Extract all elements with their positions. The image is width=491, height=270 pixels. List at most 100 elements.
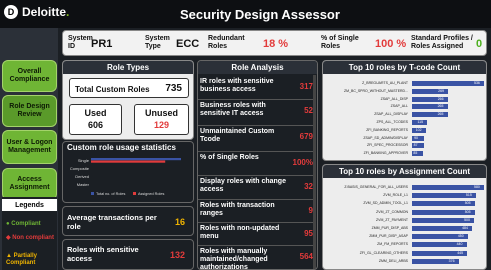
nav-user-logon-management[interactable]: User & Logon Management: [2, 130, 57, 164]
usage-legend-swatch: [133, 192, 136, 195]
row-divider: [198, 151, 316, 152]
avg-transactions-value[interactable]: 16: [175, 217, 185, 227]
role-analysis-value[interactable]: 32: [304, 182, 313, 191]
role-analysis-value[interactable]: 100%: [293, 158, 313, 167]
usage-legend-label: Total no. of Roles: [96, 192, 125, 196]
redundant-roles-label: Redundant Roles: [208, 35, 245, 50]
bar-value-label: 85: [413, 151, 418, 156]
app-window: D Deloitte. Security Design Assessor Ove…: [0, 0, 491, 270]
standard-profiles-value: 0: [476, 38, 483, 50]
nav-role-design-review[interactable]: Role Design Review: [2, 95, 57, 127]
logo: D Deloitte.: [4, 5, 69, 19]
bar-value-label: 102: [415, 127, 422, 132]
role-analysis-value[interactable]: 564: [300, 252, 313, 261]
custom-role-usage-panel: Custom role usage statistics Single Compo…: [62, 141, 194, 203]
row-divider: [198, 175, 316, 176]
bar-category-label: ZFI_BANKING_REPORTS: [366, 127, 408, 132]
role-analysis-label: Display roles with change access: [200, 178, 286, 193]
bar-category-label: ZFI_GL_CLEARING_OTHERS: [359, 250, 408, 255]
role-analysis-label: Business roles with sensitive IT access: [200, 102, 266, 117]
role-analysis-title: Role Analysis: [198, 61, 317, 74]
avg-transactions-label: Average transactions per role: [67, 213, 157, 231]
role-analysis-label: Roles with non-updated menu: [200, 225, 280, 240]
bar-category-label: ZFI_BANKING_APPROVER: [363, 151, 408, 156]
standard-profiles-label: Standard Profiles / Roles Assigned: [411, 35, 473, 50]
sensitive-access-label: Roles with sensitive access: [67, 245, 139, 263]
bar-category-label: ZSAP_ALL_DISP: [380, 96, 408, 101]
legend-title: Legends: [2, 199, 57, 211]
role-analysis-value[interactable]: 95: [304, 229, 313, 238]
bar-value-label: 515: [465, 193, 472, 198]
role-analysis-scrollbar[interactable]: [313, 75, 316, 269]
deloitte-logo-icon: D: [4, 5, 18, 19]
bar-category-label: ZVM_ZT_COMMON: [376, 209, 408, 214]
top10-tcode-title: Top 10 roles by T-code Count: [323, 61, 486, 74]
avg-transactions-panel: Average transactions per role 16: [62, 206, 194, 236]
usage-bar[interactable]: [91, 158, 181, 161]
bar-category-label: ZMM_PUR_DISP_ABS: [371, 226, 408, 230]
unused-roles-card[interactable]: Unused 129: [134, 104, 189, 135]
bar-value-label: 536: [474, 81, 480, 85]
row-divider: [198, 125, 316, 126]
bar-category-label: ZSAP_SD_ADMIN/DISPLAY: [363, 135, 408, 140]
role-analysis-value[interactable]: 679: [300, 132, 313, 141]
usage-chart: Single Composite Derived Master Total no. of…: [70, 158, 181, 196]
bar-category-label: ZM_FM_REPORTS: [377, 242, 408, 247]
bar-value-label: 265: [437, 104, 444, 109]
bar-value-label: 450: [457, 234, 464, 239]
role-analysis-panel: Role Analysis IR roles with sensitive bu…: [197, 60, 318, 270]
sensitive-access-panel: Roles with sensitive access 132: [62, 239, 194, 270]
usage-legend-swatch: [91, 192, 94, 195]
bar-value-label: 484: [462, 226, 468, 230]
unused-value: 129: [153, 120, 170, 130]
bar-category-label: Z:BASIS_GENERAL_FOR_ALL_USERS: [344, 185, 408, 189]
system-type-label: System Type: [145, 35, 170, 50]
app-title: Security Design Assessor: [180, 7, 340, 22]
system-summary-bar: System ID PR1 System Type ECC Redundant …: [62, 30, 487, 56]
bar-category-label: ZMM_DELI_ARBS: [378, 258, 408, 263]
total-custom-roles-label: Total Custom Roles: [75, 85, 150, 94]
used-roles-card[interactable]: Used 606: [69, 104, 122, 135]
row-divider: [198, 199, 316, 200]
role-analysis-value[interactable]: 317: [300, 82, 313, 91]
total-custom-roles-value: 735: [165, 83, 182, 94]
bar-value-label: 440: [456, 242, 463, 247]
legend-panel: Legends ● Compliant ◆ Non compliant ▲ Pa…: [2, 197, 57, 270]
usage-bar[interactable]: [91, 160, 166, 163]
single-roles-value: 100 %: [375, 38, 407, 50]
non-compliant-diamond-icon: ◆: [6, 235, 11, 241]
used-value: 606: [87, 120, 104, 130]
total-custom-roles-card[interactable]: Total Custom Roles 735: [69, 78, 189, 98]
logo-dot: .: [66, 5, 70, 19]
bar-value-label: 115: [417, 120, 424, 124]
bar-value-label: 90: [414, 135, 418, 140]
logo-word: Deloitte: [22, 5, 67, 19]
system-id-label: System ID: [68, 35, 93, 50]
redundant-roles-value: 18 %: [263, 38, 289, 50]
bar-value-label: 269: [438, 88, 444, 93]
bar-value-label: 265: [437, 112, 444, 117]
unused-label: Unused: [144, 108, 178, 118]
role-analysis-label: Roles with manually maintained/changed a…: [200, 248, 268, 270]
bar-category-label: ZVM_SD_ADMIN_TOOL_L1: [363, 201, 408, 206]
legend-non-compliant: ◆ Non compliant: [6, 235, 54, 242]
bar-category-label: ZPS_ALL_TCODES: [376, 120, 408, 124]
bar-value-label: 505: [464, 209, 471, 214]
role-types-panel: Role Types Total Custom Roles 735 Used 6…: [62, 60, 194, 140]
bar-value-label: 266: [437, 96, 444, 101]
system-type-value: ECC: [176, 38, 200, 50]
row-divider: [198, 99, 316, 100]
usage-title: Custom role usage statistics: [67, 143, 176, 152]
bar-category-label: ZVM_ROLE_L1: [383, 193, 408, 198]
bar-value-label: 87: [413, 143, 418, 148]
role-analysis-label: Roles with transaction ranges: [200, 202, 275, 217]
single-roles-label: % of Single Roles: [321, 35, 359, 50]
bar-value-label: 500: [464, 217, 470, 222]
bar-value-label: 445: [457, 250, 464, 255]
bar-value-label: 580: [474, 185, 480, 189]
bar-category-label: ZFI_SPEC_PROCESSOR: [366, 143, 408, 148]
nav-access-assignment[interactable]: Access Assignment: [2, 168, 57, 200]
nav-overall-compliance[interactable]: Overall Compliance: [2, 60, 57, 92]
sensitive-access-value[interactable]: 132: [170, 250, 185, 260]
role-analysis-value[interactable]: 52: [304, 106, 313, 115]
